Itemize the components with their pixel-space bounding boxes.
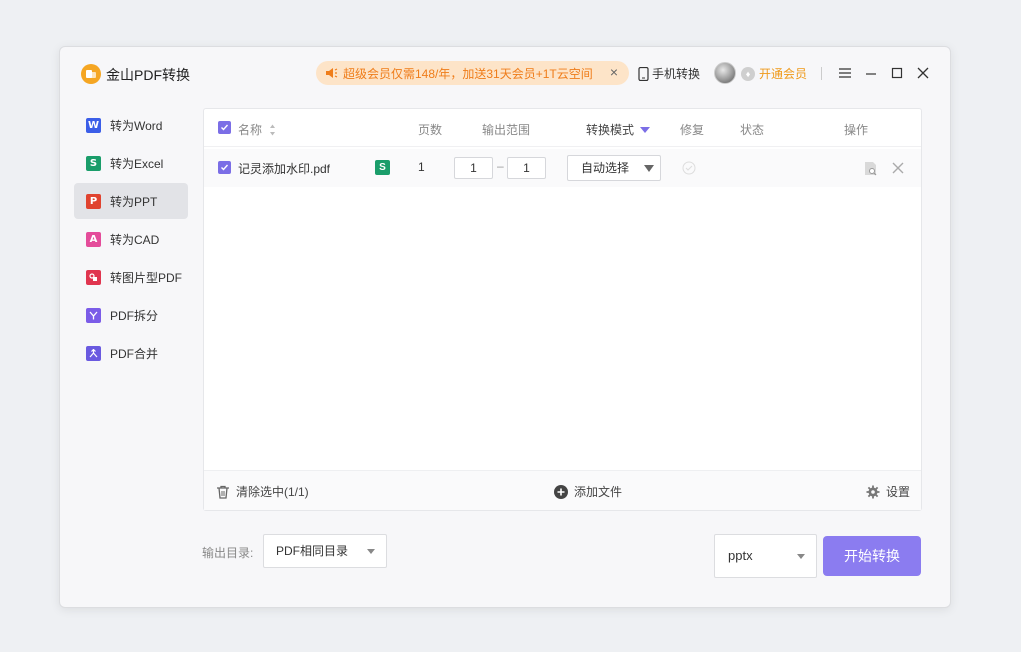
- chevron-down-icon: [640, 127, 651, 133]
- settings-button[interactable]: 设置: [866, 483, 910, 500]
- sidebar-item-word[interactable]: W 转为Word: [74, 107, 188, 143]
- sidebar-item-label: PDF合并: [110, 346, 159, 361]
- sidebar-item-label: 转为CAD: [110, 232, 160, 247]
- column-action-header: 操作: [844, 123, 869, 137]
- phone-convert-label: 手机转换: [652, 67, 701, 81]
- sidebar-item-cad[interactable]: A 转为CAD: [74, 221, 188, 257]
- minimize-icon[interactable]: [861, 63, 881, 83]
- sort-icon: [270, 124, 276, 136]
- row-checkbox[interactable]: [218, 161, 231, 174]
- column-mode-header[interactable]: 转换模式: [586, 121, 651, 138]
- promo-banner[interactable]: 超级会员仅需148/年，加送31天会员+1T云空间 ×: [316, 61, 629, 85]
- clear-selected-label: 清除选中(1/1): [236, 485, 309, 499]
- chevron-down-icon: [367, 549, 375, 554]
- chevron-down-icon: [644, 165, 654, 172]
- menu-icon[interactable]: [835, 63, 855, 83]
- vip-icon: ♦: [741, 66, 755, 81]
- output-dir-label: 输出目录:: [202, 546, 254, 560]
- promo-text: 超级会员仅需148/年，加送31天会员+1T云空间: [343, 66, 593, 81]
- sidebar-item-label: 转为Excel: [110, 156, 164, 171]
- sidebar-item-ppt[interactable]: P 转为PPT: [74, 183, 188, 219]
- format-select[interactable]: pptx: [714, 534, 817, 578]
- column-status-header: 状态: [740, 123, 765, 137]
- file-name: 记灵添加水印.pdf: [238, 162, 331, 176]
- start-convert-button[interactable]: 开始转换: [823, 536, 921, 576]
- app-logo-icon: [81, 64, 101, 84]
- close-icon[interactable]: [913, 63, 933, 83]
- output-dir-value: PDF相同目录: [276, 544, 349, 558]
- app-title: 金山PDF转换: [106, 67, 190, 83]
- output-dir-select[interactable]: PDF相同目录: [263, 534, 387, 568]
- format-value: pptx: [728, 548, 753, 563]
- vip-button[interactable]: ♦ 开通会员: [741, 65, 807, 82]
- remove-file-icon[interactable]: [892, 162, 904, 174]
- table-row: 记灵添加水印.pdf S 1 1 – 1 自动选择: [204, 149, 921, 187]
- panel-footer: 清除选中(1/1) 添加文件 设置: [204, 470, 921, 510]
- title-bar: 金山PDF转换 超级会员仅需148/年，加送31天会员+1T云空间 × 手机转换…: [60, 47, 950, 99]
- column-name-label: 名称: [238, 123, 263, 137]
- ppt-icon: P: [86, 193, 101, 209]
- phone-icon: [638, 66, 649, 81]
- add-file-button[interactable]: 添加文件: [554, 483, 622, 500]
- repair-check-icon: [682, 161, 696, 175]
- gear-icon: [866, 485, 880, 498]
- excel-icon: S: [86, 155, 101, 171]
- add-circle-icon: [554, 484, 568, 499]
- file-type-badge: S: [375, 160, 390, 175]
- select-all-checkbox[interactable]: [218, 121, 231, 134]
- sidebar-item-pdf-split[interactable]: PDF拆分: [74, 297, 188, 333]
- column-mode-label: 转换模式: [586, 123, 635, 137]
- image-pdf-icon: [86, 269, 101, 285]
- column-repair-header: 修复: [680, 123, 705, 137]
- chevron-down-icon: [797, 554, 805, 559]
- vip-label: 开通会员: [759, 67, 808, 81]
- add-file-label: 添加文件: [574, 485, 623, 499]
- file-pages: 1: [418, 160, 425, 174]
- mode-select[interactable]: 自动选择: [567, 155, 661, 181]
- sidebar-item-label: 转图片型PDF: [110, 270, 183, 285]
- table-header: 名称 页数 输出范围 转换模式 修复 状态 操作: [204, 109, 921, 147]
- speaker-icon: [326, 68, 338, 78]
- sidebar-item-label: 转为Word: [110, 118, 163, 133]
- sidebar: W 转为Word S 转为Excel P 转为PPT A 转为CAD 转图片型P…: [74, 107, 188, 373]
- range-from-input[interactable]: 1: [454, 157, 493, 179]
- merge-icon: [86, 345, 101, 361]
- mode-select-value: 自动选择: [581, 161, 630, 175]
- trash-icon: [217, 485, 229, 499]
- range-separator: –: [497, 159, 504, 173]
- column-range-header: 输出范围: [482, 123, 531, 137]
- preview-icon[interactable]: [864, 161, 878, 176]
- avatar[interactable]: [714, 62, 736, 84]
- promo-close-icon[interactable]: ×: [607, 65, 621, 79]
- column-pages-header: 页数: [418, 123, 443, 137]
- phone-convert-button[interactable]: 手机转换: [638, 65, 700, 82]
- sidebar-item-pdf-merge[interactable]: PDF合并: [74, 335, 188, 371]
- column-name-header[interactable]: 名称: [238, 121, 276, 138]
- file-list-panel: 名称 页数 输出范围 转换模式 修复 状态 操作 记灵添加水印.pdf S 1 …: [203, 108, 922, 511]
- maximize-icon[interactable]: [887, 63, 907, 83]
- range-to-input[interactable]: 1: [507, 157, 546, 179]
- sidebar-item-label: PDF拆分: [110, 308, 159, 323]
- clear-selected-button[interactable]: 清除选中(1/1): [216, 483, 309, 500]
- split-icon: [86, 307, 101, 323]
- sidebar-item-image-pdf[interactable]: 转图片型PDF: [74, 259, 188, 295]
- sidebar-item-excel[interactable]: S 转为Excel: [74, 145, 188, 181]
- cad-icon: A: [86, 231, 101, 247]
- sidebar-item-label: 转为PPT: [110, 194, 158, 209]
- header-divider: [821, 67, 822, 80]
- settings-label: 设置: [886, 485, 911, 499]
- app-window: 金山PDF转换 超级会员仅需148/年，加送31天会员+1T云空间 × 手机转换…: [59, 46, 951, 608]
- word-icon: W: [86, 117, 101, 133]
